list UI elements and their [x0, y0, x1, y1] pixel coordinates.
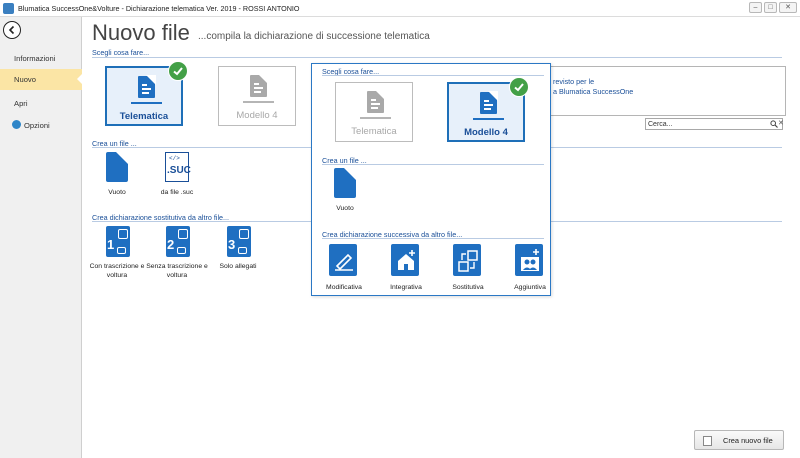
minimize-button[interactable]: – [749, 2, 762, 13]
successive-item-aggiuntiva[interactable]: Aggiuntiva [502, 244, 558, 291]
search-box[interactable]: ✕ [645, 118, 784, 130]
replace-item-1[interactable]: 1 Con trascrizione e voltura [84, 226, 150, 280]
choose-section-label: Scegli cosa fare... [92, 48, 150, 57]
section-divider [92, 57, 782, 58]
sidebar-item-informazioni[interactable]: Informazioni [0, 48, 82, 69]
search-input[interactable] [648, 119, 766, 129]
tile-modello4[interactable]: Modello 4 [218, 66, 296, 126]
tile-label: Telematica [351, 126, 397, 137]
item-label: Con trascrizione e voltura [89, 263, 145, 279]
item-label: Solo allegati [219, 263, 257, 270]
item-label: Integrativa [390, 284, 422, 291]
document-icon [250, 74, 268, 97]
section-divider [322, 75, 544, 76]
app-icon [3, 3, 14, 14]
people-add-icon [521, 249, 539, 271]
tile-label: Telematica [119, 111, 169, 122]
divider-line [473, 118, 504, 120]
tile-label: Modello 4 [236, 110, 278, 121]
back-arrow-icon [8, 25, 15, 35]
item-label: Vuoto [108, 189, 126, 196]
popup-create-empty-item[interactable]: Vuoto [312, 167, 378, 213]
document-icon [367, 90, 385, 113]
numbered-document-icon: 1 [106, 226, 130, 257]
document-icon [138, 75, 156, 98]
popup-tile-telematica[interactable]: Telematica [335, 82, 413, 142]
item-label: Sostitutiva [452, 284, 484, 291]
title-bar: Blumatica SuccessOne&Volture - Dichiaraz… [0, 0, 800, 17]
clear-icon[interactable]: ✕ [778, 119, 784, 127]
section-divider [322, 238, 544, 239]
new-file-popup: Scegli cosa fare... Telematica Modello 4… [311, 63, 551, 296]
page-title: Nuovo file [92, 20, 190, 45]
successive-item-integrativa[interactable]: Integrativa [378, 244, 434, 291]
search-icon[interactable] [770, 120, 778, 128]
item-label: Modificativa [326, 284, 362, 291]
checkmark-icon [168, 61, 188, 81]
swap-arrows-icon [458, 250, 478, 272]
divider-line [243, 101, 274, 103]
replace-item-3[interactable]: 3 Solo allegati [205, 226, 271, 271]
successive-item-sostitutiva[interactable]: Sostitutiva [440, 244, 496, 291]
tile-label: Modello 4 [464, 127, 508, 138]
back-button[interactable] [3, 21, 21, 39]
blank-file-icon [334, 167, 357, 198]
create-from-suc-item[interactable]: </> .SUC da file .suc [144, 152, 210, 197]
numbered-document-icon: 2 [166, 226, 190, 257]
sidebar-item-opzioni-label: Opzioni [24, 121, 50, 130]
sidebar-item-opzioni[interactable]: Opzioni [0, 115, 82, 136]
divider-line [360, 117, 391, 119]
successive-item-modificativa[interactable]: Modificativa [316, 244, 372, 291]
section-divider [322, 164, 544, 165]
new-file-icon [703, 436, 712, 446]
checkmark-icon [509, 77, 529, 97]
sidebar: Informazioni Nuovo Apri Opzioni [0, 17, 83, 458]
document-icon [480, 91, 498, 114]
options-icon [12, 120, 21, 129]
window-title: Blumatica SuccessOne&Volture - Dichiaraz… [18, 4, 300, 13]
page-subtitle: ...compila la dichiarazione di successio… [198, 31, 430, 42]
close-button[interactable]: ✕ [779, 2, 797, 13]
house-icon [398, 250, 415, 270]
info-panel: revisto per le a Blumatica SuccessOne [548, 66, 786, 116]
item-label: Aggiuntiva [514, 284, 546, 291]
sidebar-item-nuovo[interactable]: Nuovo [0, 69, 83, 90]
suc-file-icon: </> .SUC [165, 152, 191, 182]
create-empty-item[interactable]: Vuoto [84, 151, 150, 197]
divider-line [131, 102, 162, 104]
replace-item-2[interactable]: 2 Senza trascrizione e voltura [144, 226, 210, 280]
item-label: Senza trascrizione e voltura [146, 263, 208, 279]
blank-file-icon [106, 151, 129, 182]
maximize-button[interactable]: □ [764, 2, 777, 13]
pencil-icon [335, 253, 353, 271]
sidebar-item-apri[interactable]: Apri [0, 93, 82, 114]
numbered-document-icon: 3 [227, 226, 251, 257]
create-new-file-label: Crea nuovo file [723, 436, 773, 445]
info-text: revisto per le a Blumatica SuccessOne [553, 77, 634, 96]
item-label: da file .suc [160, 189, 194, 196]
create-new-file-button[interactable]: Crea nuovo file [694, 430, 784, 450]
item-label: Vuoto [336, 205, 354, 212]
